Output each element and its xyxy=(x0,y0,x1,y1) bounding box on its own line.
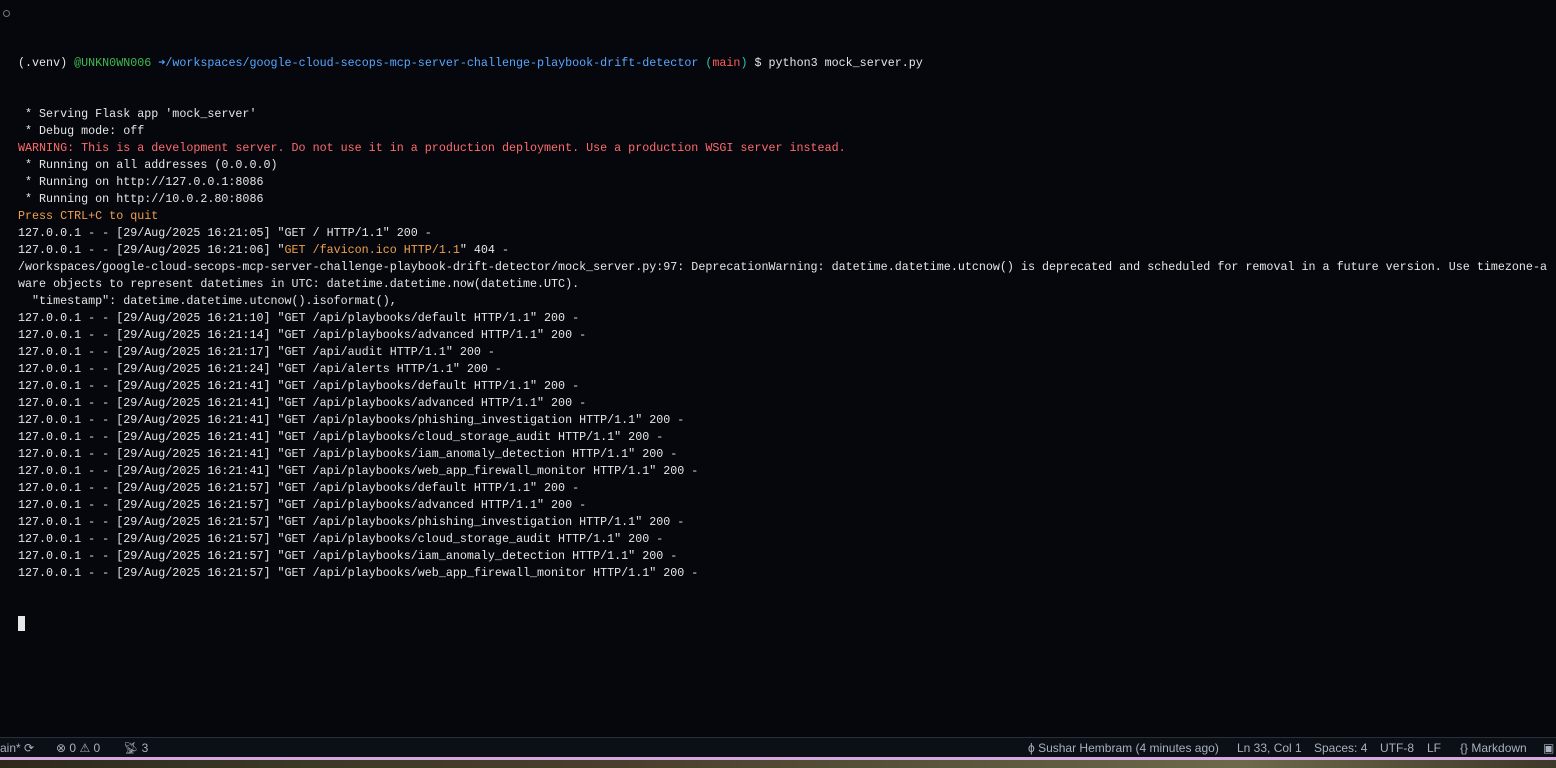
command-decoration-icon[interactable] xyxy=(3,10,10,17)
error-icon: ⊗ xyxy=(56,741,67,755)
output-text: * Serving Flask app 'mock_server' xyxy=(18,107,257,121)
status-branch[interactable]: ain* ⟳ xyxy=(0,738,34,758)
warning-count: 0 xyxy=(93,741,101,755)
braces-icon: {} xyxy=(1460,741,1469,755)
background-wallpaper xyxy=(0,760,1556,768)
output-line: 127.0.0.1 - - [29/Aug/2025 16:21:57] "GE… xyxy=(18,565,1556,582)
notifications-icon[interactable]: ▣ xyxy=(1543,738,1554,758)
language-label: Markdown xyxy=(1471,741,1527,755)
output-text: WARNING: This is a development server. D… xyxy=(18,141,846,155)
command-text: $ python3 mock_server.py xyxy=(747,56,923,70)
output-text: 127.0.0.1 - - [29/Aug/2025 16:21:41] "GE… xyxy=(18,447,678,461)
output-line: 127.0.0.1 - - [29/Aug/2025 16:21:06] "GE… xyxy=(18,242,1556,259)
prompt-line: (.venv) @UNKN0WN006 ➜/workspaces/google-… xyxy=(18,55,1556,72)
output-line: 127.0.0.1 - - [29/Aug/2025 16:21:57] "GE… xyxy=(18,548,1556,565)
output-line: * Running on all addresses (0.0.0.0) xyxy=(18,157,1556,174)
output-line: 127.0.0.1 - - [29/Aug/2025 16:21:41] "GE… xyxy=(18,412,1556,429)
user-label: @UNKN0WN006 xyxy=(74,56,159,70)
status-bar: ain* ⟳ ⊗ 0 ⚠ 0 📡︎ 3 ϕ Sushar Hembram (4 … xyxy=(0,737,1556,758)
output-line: 127.0.0.1 - - [29/Aug/2025 16:21:57] "GE… xyxy=(18,514,1556,531)
highlighted-request: GET /favicon.ico HTTP/1.1 xyxy=(284,243,460,257)
cwd-path: ➜/workspaces/google-cloud-secops-mcp-ser… xyxy=(158,56,706,70)
status-position[interactable]: Ln 33, Col 1 xyxy=(1237,738,1302,758)
output-text: * Running on all addresses (0.0.0.0) xyxy=(18,158,278,172)
output-text: Press CTRL+C to quit xyxy=(18,209,159,223)
output-text: 127.0.0.1 - - [29/Aug/2025 16:21:57] "GE… xyxy=(18,515,685,529)
output-line: WARNING: This is a development server. D… xyxy=(18,140,1556,157)
output-text: "timestamp": datetime.datetime.utcnow().… xyxy=(18,294,397,308)
terminal-cursor xyxy=(18,616,25,631)
output-line: "timestamp": datetime.datetime.utcnow().… xyxy=(18,293,1556,310)
status-indentation[interactable]: Spaces: 4 xyxy=(1314,738,1367,758)
output-line: * Debug mode: off xyxy=(18,123,1556,140)
cursor-line xyxy=(18,616,1556,633)
output-text: 127.0.0.1 - - [29/Aug/2025 16:21:10] "GE… xyxy=(18,311,580,325)
output-line: * Running on http://10.0.2.80:8086 xyxy=(18,191,1556,208)
output-line: * Serving Flask app 'mock_server' xyxy=(18,106,1556,123)
warning-icon: ⚠ xyxy=(79,741,91,755)
output-line: * Running on http://127.0.0.1:8086 xyxy=(18,174,1556,191)
output-line: 127.0.0.1 - - [29/Aug/2025 16:21:24] "GE… xyxy=(18,361,1556,378)
output-text: 127.0.0.1 - - [29/Aug/2025 16:21:57] "GE… xyxy=(18,549,678,563)
output-text: 127.0.0.1 - - [29/Aug/2025 16:21:57] "GE… xyxy=(18,481,580,495)
terminal-output: * Serving Flask app 'mock_server' * Debu… xyxy=(18,106,1556,582)
output-text: 127.0.0.1 - - [29/Aug/2025 16:21:24] "GE… xyxy=(18,362,502,376)
output-line: 127.0.0.1 - - [29/Aug/2025 16:21:57] "GE… xyxy=(18,480,1556,497)
output-line: 127.0.0.1 - - [29/Aug/2025 16:21:41] "GE… xyxy=(18,395,1556,412)
output-text: * Debug mode: off xyxy=(18,124,145,138)
git-branch: main xyxy=(712,56,741,70)
output-text: * Running on http://127.0.0.1:8086 xyxy=(18,175,264,189)
output-line: 127.0.0.1 - - [29/Aug/2025 16:21:41] "GE… xyxy=(18,378,1556,395)
output-text: 127.0.0.1 - - [29/Aug/2025 16:21:41] "GE… xyxy=(18,413,685,427)
output-line: /workspaces/google-cloud-secops-mcp-serv… xyxy=(18,259,1556,276)
output-line: 127.0.0.1 - - [29/Aug/2025 16:21:57] "GE… xyxy=(18,497,1556,514)
output-text: ware objects to represent datetimes in U… xyxy=(18,277,580,291)
status-blame[interactable]: ϕ Sushar Hembram (4 minutes ago) xyxy=(1028,738,1219,758)
output-text: 127.0.0.1 - - [29/Aug/2025 16:21:57] "GE… xyxy=(18,566,699,580)
output-line: 127.0.0.1 - - [29/Aug/2025 16:21:10] "GE… xyxy=(18,310,1556,327)
output-text: 127.0.0.1 - - [29/Aug/2025 16:21:57] "GE… xyxy=(18,498,587,512)
output-line: ware objects to represent datetimes in U… xyxy=(18,276,1556,293)
output-line: 127.0.0.1 - - [29/Aug/2025 16:21:41] "GE… xyxy=(18,429,1556,446)
status-ports[interactable]: 📡︎ 3 xyxy=(123,738,148,758)
broadcast-icon: 📡︎ xyxy=(123,741,139,755)
output-line: 127.0.0.1 - - [29/Aug/2025 16:21:57] "GE… xyxy=(18,531,1556,548)
status-problems[interactable]: ⊗ 0 ⚠ 0 xyxy=(56,738,100,758)
output-line: 127.0.0.1 - - [29/Aug/2025 16:21:14] "GE… xyxy=(18,327,1556,344)
venv-label: (.venv) xyxy=(18,56,75,70)
output-text: 127.0.0.1 - - [29/Aug/2025 16:21:14] "GE… xyxy=(18,328,587,342)
output-text: 127.0.0.1 - - [29/Aug/2025 16:21:06] " xyxy=(18,243,285,257)
status-encoding[interactable]: UTF-8 xyxy=(1380,738,1414,758)
output-line: Press CTRL+C to quit xyxy=(18,208,1556,225)
output-text: 127.0.0.1 - - [29/Aug/2025 16:21:05] "GE… xyxy=(18,226,432,240)
status-language[interactable]: {} Markdown xyxy=(1460,738,1527,758)
branch-label: ain* xyxy=(0,741,21,755)
status-eol[interactable]: LF xyxy=(1427,738,1441,758)
output-text: 127.0.0.1 - - [29/Aug/2025 16:21:17] "GE… xyxy=(18,345,495,359)
blame-text: Sushar Hembram (4 minutes ago) xyxy=(1038,741,1219,755)
output-text: 127.0.0.1 - - [29/Aug/2025 16:21:57] "GE… xyxy=(18,532,664,546)
output-text: 127.0.0.1 - - [29/Aug/2025 16:21:41] "GE… xyxy=(18,430,664,444)
ports-count: 3 xyxy=(141,741,149,755)
output-line: 127.0.0.1 - - [29/Aug/2025 16:21:17] "GE… xyxy=(18,344,1556,361)
output-text: 127.0.0.1 - - [29/Aug/2025 16:21:41] "GE… xyxy=(18,379,580,393)
output-line: 127.0.0.1 - - [29/Aug/2025 16:21:41] "GE… xyxy=(18,463,1556,480)
git-commit-icon: ϕ xyxy=(1028,741,1035,755)
output-text-suffix: " 404 - xyxy=(459,243,509,257)
output-line: 127.0.0.1 - - [29/Aug/2025 16:21:41] "GE… xyxy=(18,446,1556,463)
output-text: * Running on http://10.0.2.80:8086 xyxy=(18,192,264,206)
sync-icon: ⟳ xyxy=(24,741,35,755)
output-line: 127.0.0.1 - - [29/Aug/2025 16:21:05] "GE… xyxy=(18,225,1556,242)
terminal[interactable]: (.venv) @UNKN0WN006 ➜/workspaces/google-… xyxy=(0,4,1556,734)
output-text: 127.0.0.1 - - [29/Aug/2025 16:21:41] "GE… xyxy=(18,464,699,478)
output-text: /workspaces/google-cloud-secops-mcp-serv… xyxy=(18,260,1547,274)
output-text: 127.0.0.1 - - [29/Aug/2025 16:21:41] "GE… xyxy=(18,396,587,410)
error-count: 0 xyxy=(69,741,77,755)
